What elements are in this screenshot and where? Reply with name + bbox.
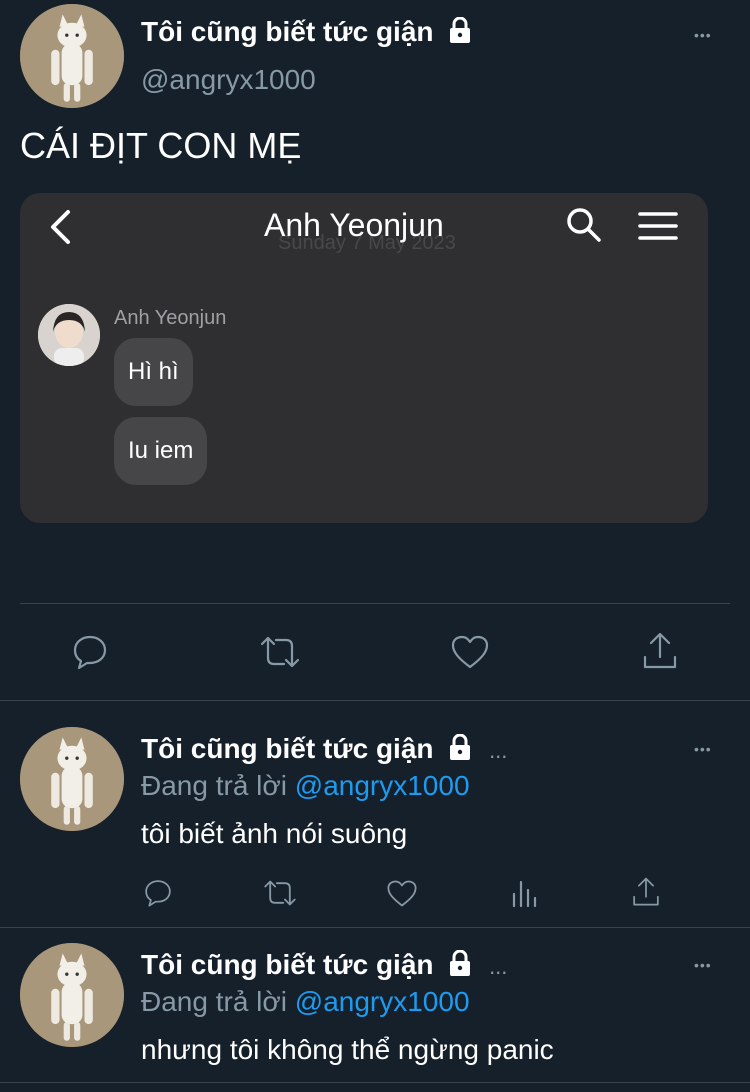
avatar[interactable]	[20, 943, 124, 1047]
share-icon	[643, 632, 677, 669]
divider	[0, 927, 750, 928]
mention-link[interactable]: @angryx1000	[295, 770, 470, 801]
reply-text: nhưng tôi không thể ngừng panic	[141, 1034, 554, 1065]
comment-icon	[145, 880, 171, 907]
retweet-button[interactable]	[255, 630, 305, 674]
name-ellipsis: ...	[489, 738, 508, 763]
more-options-button[interactable]: •••	[694, 28, 712, 42]
heart-icon	[387, 880, 417, 906]
retweet-icon	[260, 636, 300, 668]
avatar[interactable]	[20, 4, 124, 108]
cat-avatar-image	[20, 4, 124, 108]
chevron-left-icon	[51, 210, 70, 244]
lock-icon	[450, 950, 471, 976]
chat-title: Anh Yeonjun	[264, 207, 444, 243]
replying-to: Đang trả lời @angryx1000	[141, 770, 470, 801]
hamburger-menu-icon	[638, 212, 678, 240]
replying-to: Đang trả lời @angryx1000	[141, 986, 470, 1017]
bar-chart-icon	[512, 880, 537, 908]
like-button[interactable]	[384, 876, 420, 910]
display-name[interactable]: Tôi cũng biết tức giận ...	[141, 949, 507, 981]
divider	[0, 700, 750, 701]
reply-button[interactable]	[140, 876, 176, 910]
chat-sender-avatar	[38, 304, 100, 366]
lock-icon	[450, 17, 471, 43]
more-options-button[interactable]: •••	[694, 742, 712, 756]
search-icon	[567, 208, 601, 242]
share-button[interactable]	[636, 628, 684, 674]
share-icon	[633, 877, 659, 906]
user-handle[interactable]: @angryx1000	[141, 64, 316, 96]
more-options-button[interactable]: •••	[694, 958, 712, 972]
display-name[interactable]: Tôi cũng biết tức giận ...	[141, 733, 507, 765]
divider	[20, 603, 730, 604]
tweet-text: CÁI ĐỊT CON MẸ	[20, 125, 302, 166]
comment-icon	[73, 635, 107, 670]
retweet-button[interactable]	[260, 876, 300, 910]
divider	[0, 1082, 750, 1083]
reply-button[interactable]	[66, 630, 114, 674]
lock-icon	[450, 734, 471, 760]
retweet-icon	[264, 880, 296, 906]
display-name[interactable]: Tôi cũng biết tức giận	[141, 16, 471, 48]
chat-sender-name: Anh Yeonjun	[114, 307, 227, 329]
cat-avatar-image	[20, 943, 124, 1047]
name-ellipsis: ...	[489, 954, 508, 979]
views-button[interactable]	[508, 876, 540, 910]
chat-screenshot-image[interactable]: Sunday 7 May 2023 Anh Yeonjun Anh Yeonju…	[20, 193, 708, 523]
like-button[interactable]	[446, 630, 494, 674]
message-bubble: Hì hì	[114, 338, 193, 406]
cat-avatar-image	[20, 727, 124, 831]
share-button[interactable]	[628, 874, 664, 910]
heart-icon	[451, 635, 489, 669]
message-bubble: Iu iem	[114, 417, 208, 485]
reply-text: tôi biết ảnh nói suông	[141, 818, 408, 849]
mention-link[interactable]: @angryx1000	[295, 986, 470, 1017]
avatar[interactable]	[20, 727, 124, 831]
